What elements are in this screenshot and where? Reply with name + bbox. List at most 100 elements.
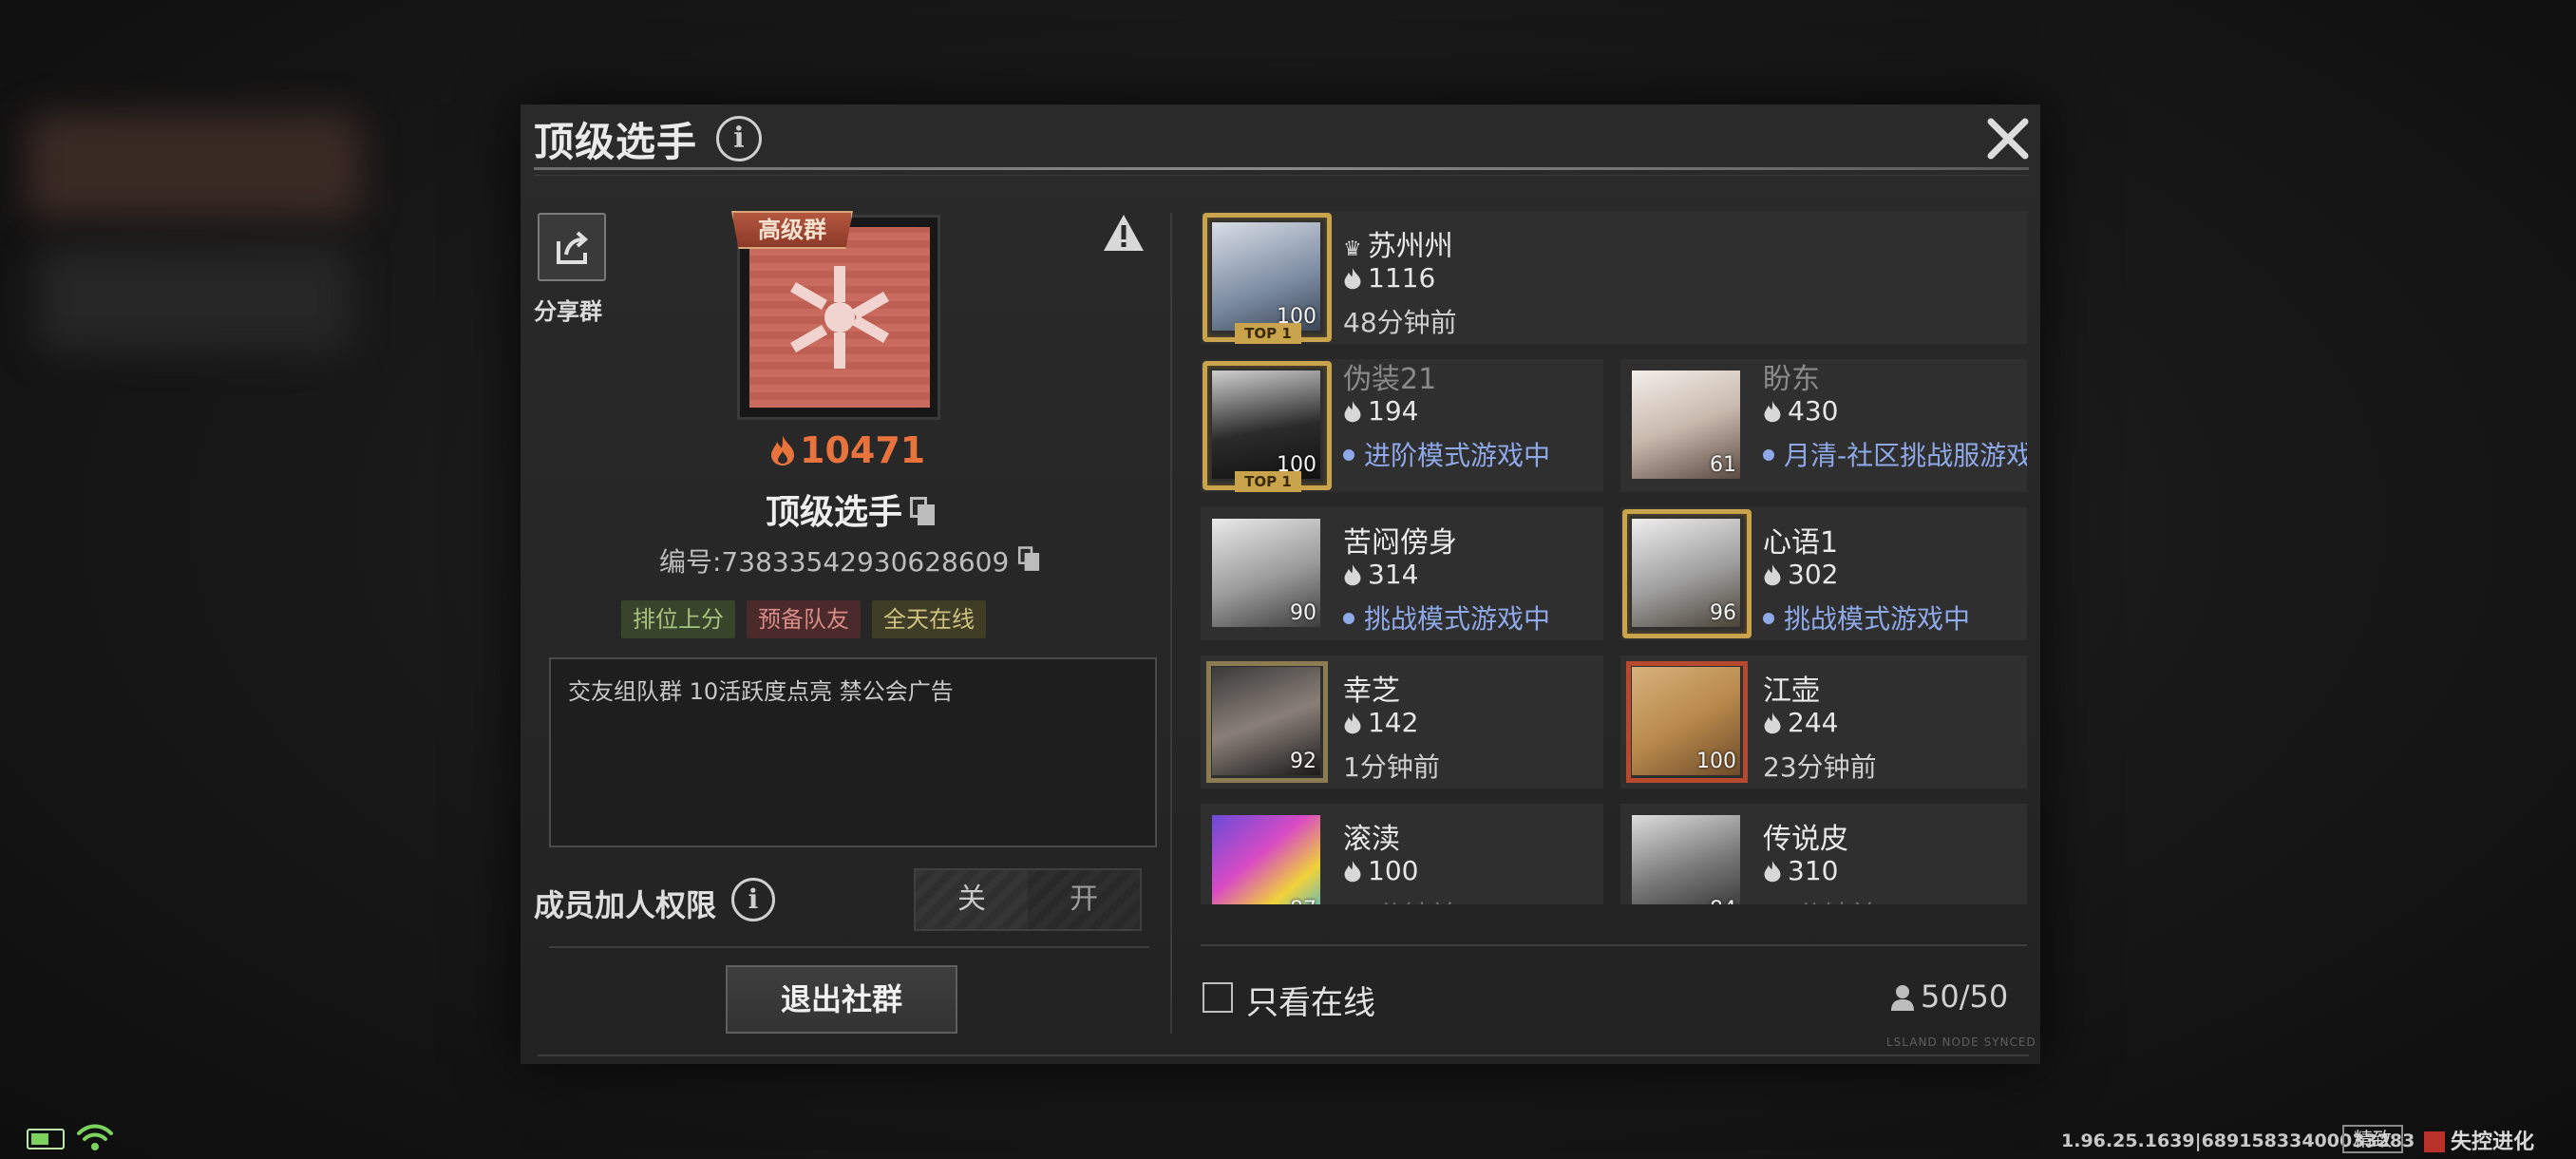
- title-divider-thin: [534, 175, 2029, 176]
- member-status: 56分钟前: [1763, 895, 1877, 904]
- member-name: 苦闷傍身: [1343, 526, 1457, 560]
- member-heat: 142: [1343, 707, 1418, 738]
- close-button[interactable]: [1981, 112, 2035, 165]
- toggle-off[interactable]: 关: [916, 870, 1028, 929]
- group-description[interactable]: 交友组队群 10活跃度点亮 禁公会广告: [549, 657, 1157, 847]
- member-heat: 244: [1763, 707, 1838, 738]
- divider: [549, 946, 1149, 948]
- wifi-icon: [77, 1124, 113, 1150]
- member-status: 30分钟前: [1343, 895, 1457, 904]
- close-icon: [1987, 118, 2029, 160]
- tag: 排位上分: [621, 600, 735, 638]
- share-label: 分享群: [534, 298, 602, 325]
- flame-icon: [1764, 563, 1781, 586]
- group-name: 顶级选手: [766, 484, 936, 534]
- member-status: 48分钟前: [1343, 307, 1457, 338]
- member-heat: 310: [1763, 855, 1838, 886]
- flame-icon: [1764, 712, 1781, 734]
- tag: 全天在线: [872, 600, 986, 638]
- permission-label: 成员加人权限: [534, 887, 717, 923]
- avatar-frame: [1622, 509, 1752, 638]
- member-avatar: 90: [1212, 519, 1320, 627]
- tier-badge: 高级群: [731, 211, 853, 249]
- member-card[interactable]: 84 传说皮 310 56分钟前: [1620, 804, 2027, 904]
- member-avatar: 61: [1632, 370, 1740, 479]
- copy-icon[interactable]: [1018, 546, 1040, 571]
- group-heat: 10471: [769, 429, 925, 471]
- top1-badge: TOP 1: [1235, 471, 1301, 492]
- member-avatar: 87: [1212, 815, 1320, 904]
- member-status: 挑战模式游戏中: [1343, 598, 1550, 636]
- flame-icon: [1344, 712, 1361, 734]
- toggle-on[interactable]: 开: [1028, 870, 1140, 929]
- member-name: 幸芝: [1343, 674, 1400, 708]
- flame-icon: [1344, 400, 1361, 423]
- member-name: 传说皮: [1763, 823, 1848, 856]
- snowflake-icon: [790, 266, 889, 369]
- member-list[interactable]: 100 TOP 1 ♛ 苏州州 1116 48分钟前 100 TOP 1 伪装21…: [1201, 211, 2027, 904]
- member-status: 23分钟前: [1763, 751, 1877, 783]
- member-name: 江壶: [1763, 674, 1820, 708]
- member-status: 进阶模式游戏中: [1343, 435, 1550, 473]
- avatar-frame: [1206, 661, 1328, 783]
- member-heat: 314: [1343, 559, 1418, 590]
- person-icon: [1891, 985, 1914, 1011]
- warning-icon[interactable]: [1102, 213, 1146, 253]
- member-card[interactable]: 90 苦闷傍身 314 挑战模式游戏中: [1201, 507, 1603, 640]
- group-id: 编号:73833542930628609: [659, 542, 1041, 580]
- copy-icon[interactable]: [910, 497, 936, 525]
- member-name: 伪装21: [1343, 363, 1437, 396]
- member-card[interactable]: 92 幸芝 142 1分钟前: [1201, 656, 1603, 788]
- sync-label: LSLAND NODE SYNCED: [1886, 1036, 2036, 1049]
- member-count: 50/50: [1890, 978, 2008, 1015]
- flame-icon: [1344, 860, 1361, 883]
- member-status: 1分钟前: [1343, 751, 1440, 783]
- member-heat: 302: [1763, 559, 1838, 590]
- flame-icon: [1344, 267, 1361, 290]
- info-icon[interactable]: i: [716, 116, 762, 162]
- quality-button[interactable]: 精致: [2342, 1125, 2403, 1153]
- member-card[interactable]: 96 心语1 302 挑战模式游戏中: [1620, 507, 2027, 640]
- dialog-title: 顶级选手: [534, 119, 698, 165]
- member-heat: 430: [1763, 395, 1838, 427]
- flame-icon: [1764, 860, 1781, 883]
- crown-icon: ♛: [1343, 238, 1362, 261]
- info-icon[interactable]: i: [731, 878, 775, 922]
- battery-icon: [27, 1129, 65, 1150]
- flame-icon: [1344, 563, 1361, 586]
- member-name: 心语1: [1763, 526, 1839, 560]
- brand-logo: 失控进化: [2424, 1125, 2534, 1155]
- share-icon: [557, 231, 589, 264]
- tag: 预备队友: [747, 600, 861, 638]
- member-card[interactable]: 100 TOP 1 ♛ 苏州州 1116 48分钟前: [1201, 211, 2027, 344]
- quit-group-button[interactable]: 退出社群: [726, 965, 957, 1034]
- bg-shape: [28, 114, 361, 218]
- member-heat: 1116: [1343, 262, 1435, 294]
- member-card[interactable]: 100 TOP 1 伪装21 194 进阶模式游戏中: [1201, 359, 1603, 492]
- divider: [1201, 944, 2027, 946]
- member-avatar: 84: [1632, 815, 1740, 904]
- bg-shape: [38, 247, 351, 352]
- member-name: 苏州州: [1367, 230, 1453, 263]
- flame-icon: [1764, 400, 1781, 423]
- title-divider: [534, 167, 2029, 170]
- online-only-label[interactable]: 只看在线: [1246, 977, 1375, 1023]
- share-group-button[interactable]: [538, 213, 606, 281]
- group-tags: 排位上分 预备队友 全天在线: [621, 600, 986, 638]
- member-card[interactable]: 100 江壶 244 23分钟前: [1620, 656, 2027, 788]
- member-name: 盼东: [1763, 363, 1820, 396]
- member-heat: 100: [1343, 855, 1418, 886]
- flame-icon: [771, 435, 794, 466]
- member-name: 滚渎: [1343, 823, 1400, 856]
- member-card[interactable]: 61 盼东 430 月清-社区挑战服游戏中: [1620, 359, 2027, 492]
- top1-badge: TOP 1: [1235, 323, 1301, 344]
- footer-line: [538, 1054, 2029, 1056]
- member-status: 月清-社区挑战服游戏中: [1763, 435, 2027, 473]
- member-card[interactable]: 87 滚渎 100 30分钟前: [1201, 804, 1603, 904]
- permission-toggle[interactable]: 关 开: [914, 868, 1142, 931]
- member-status: 挑战模式游戏中: [1763, 598, 1970, 636]
- panel-divider: [1170, 213, 1172, 1034]
- avatar-frame: [1626, 661, 1748, 783]
- online-only-checkbox[interactable]: [1203, 982, 1233, 1013]
- member-heat: 194: [1343, 395, 1418, 427]
